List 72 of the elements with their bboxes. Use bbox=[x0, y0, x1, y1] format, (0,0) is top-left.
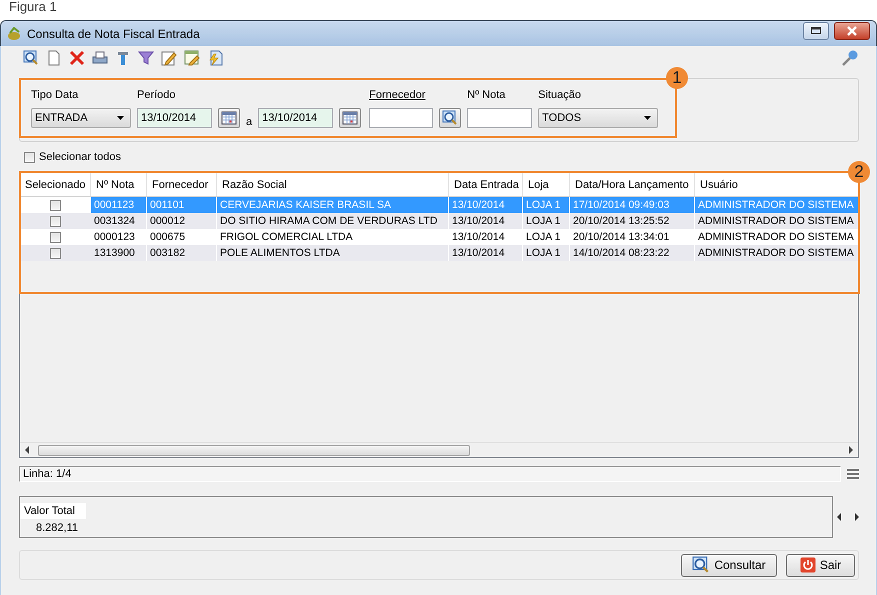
app-icon bbox=[7, 26, 22, 40]
range-separator: a bbox=[246, 116, 252, 128]
right-arrow-icon[interactable] bbox=[854, 513, 859, 521]
column-header[interactable]: Loja bbox=[528, 178, 549, 190]
checkbox[interactable] bbox=[50, 216, 61, 226]
table-cell: 14/10/2014 08:23:22 bbox=[570, 245, 695, 261]
callout-badge: 2 bbox=[848, 161, 870, 183]
end-date-field[interactable]: 13/10/2014 bbox=[258, 108, 334, 128]
search-icon bbox=[692, 556, 710, 574]
horizontal-scrollbar[interactable] bbox=[20, 442, 858, 457]
caret-icon bbox=[644, 116, 652, 120]
callout-badge: 1 bbox=[666, 67, 688, 89]
calendar-button[interactable] bbox=[218, 108, 240, 128]
checkbox-label: Selecionar todos bbox=[39, 151, 121, 163]
left-arrow-icon[interactable] bbox=[837, 513, 842, 521]
supplier-field[interactable] bbox=[369, 108, 434, 128]
column-header[interactable]: Selecionado bbox=[25, 178, 86, 190]
power-icon bbox=[800, 557, 816, 573]
column-header[interactable]: Nº Nota bbox=[96, 178, 134, 190]
tool-icon[interactable] bbox=[115, 50, 131, 66]
column-header[interactable]: Razão Social bbox=[222, 178, 287, 190]
checkbox[interactable] bbox=[50, 248, 61, 258]
field-label: Situação bbox=[538, 89, 582, 102]
search-icon[interactable] bbox=[23, 50, 39, 66]
status-field: Linha: 1/4 bbox=[19, 466, 841, 482]
table-cell: 1313900 bbox=[91, 245, 147, 261]
table-cell: LOJA 1 bbox=[523, 245, 570, 261]
table-cell: ADMINISTRADOR DO SISTEMA bbox=[695, 245, 860, 261]
column-header[interactable]: Data Entrada bbox=[454, 178, 519, 190]
total-value: 8.282,11 bbox=[34, 521, 79, 536]
filter-icon[interactable] bbox=[138, 50, 154, 66]
calendar-button[interactable] bbox=[339, 108, 362, 128]
close-button[interactable] bbox=[834, 22, 870, 40]
exit-button[interactable]: Sair bbox=[786, 554, 855, 576]
key-icon[interactable] bbox=[841, 49, 859, 67]
column-header[interactable]: Data/Hora Lançamento bbox=[575, 178, 689, 190]
table-cell: 13/10/2014 bbox=[449, 245, 523, 261]
field-label: Tipo Data bbox=[31, 89, 80, 102]
table-cell: 003182 bbox=[147, 245, 217, 261]
invoice-number-field[interactable] bbox=[467, 108, 532, 128]
checkbox[interactable] bbox=[50, 232, 61, 242]
menu-icon[interactable] bbox=[847, 469, 859, 479]
restore-icon bbox=[811, 27, 821, 34]
lookup-button[interactable] bbox=[439, 108, 462, 128]
document-bolt-icon[interactable] bbox=[207, 50, 223, 66]
table-row[interactable]: 1313900 003182 POLE ALIMENTOS LTDA 13/10/2014 LOJA 1 14/10/2014 08:23:22 ADMINISTRADOR DO SISTEMA bbox=[20, 245, 858, 261]
figure-caption: Figura 1 bbox=[8, 0, 58, 16]
search-button[interactable]: Consultar bbox=[681, 554, 777, 576]
date-type-dropdown[interactable]: ENTRADA bbox=[31, 108, 131, 128]
window-edit-icon[interactable] bbox=[184, 50, 200, 66]
checkbox[interactable] bbox=[50, 200, 61, 210]
column-header[interactable]: Fornecedor bbox=[152, 178, 208, 190]
field-label: Nº Nota bbox=[467, 89, 506, 102]
caret-icon bbox=[117, 116, 124, 120]
table-cell: POLE ALIMENTOS LTDA bbox=[217, 245, 449, 261]
checkbox[interactable] bbox=[24, 152, 35, 162]
field-label: Período bbox=[137, 89, 177, 102]
pencil-icon[interactable] bbox=[161, 50, 177, 66]
table-row[interactable]: 0031324 000012 DO SITIO HIRAMA COM DE VERDURAS LTD 13/10/2014 LOJA 1 20/10/2014 13:25:52 ADMINISTRADOR DO SISTEMA bbox=[20, 213, 858, 229]
printer-icon[interactable] bbox=[92, 50, 108, 66]
delete-icon[interactable] bbox=[69, 50, 85, 66]
total-label: Valor Total bbox=[20, 503, 86, 519]
column-header[interactable]: Usuário bbox=[700, 178, 738, 190]
close-icon bbox=[846, 26, 858, 36]
status-dropdown[interactable]: TODOS bbox=[538, 108, 658, 128]
table-row[interactable]: 0000123 000675 FRIGOL COMERCIAL LTDA 13/10/2014 LOJA 1 20/10/2014 13:34:01 ADMINISTRADOR DO SISTEMA bbox=[20, 229, 858, 245]
restore-button[interactable] bbox=[803, 22, 829, 40]
scrollbar-thumb[interactable] bbox=[38, 444, 470, 456]
document-icon[interactable] bbox=[46, 50, 62, 66]
window-title: Consulta de Nota Fiscal Entrada bbox=[27, 26, 201, 40]
field-label[interactable]: Fornecedor bbox=[369, 89, 462, 102]
start-date-field[interactable]: 13/10/2014 bbox=[137, 108, 212, 128]
